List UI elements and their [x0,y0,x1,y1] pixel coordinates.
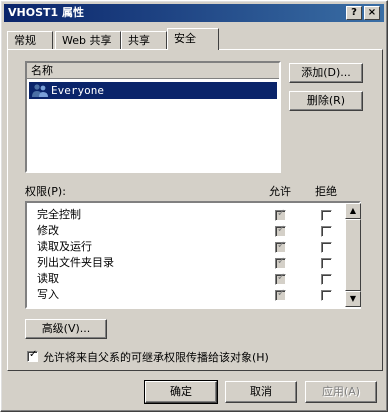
allow-checkbox: ✓ [275,224,286,237]
tab-general[interactable]: 常规 [7,31,53,49]
permissions-scrollbar[interactable]: ▲ ▼ [345,203,361,307]
deny-checkbox[interactable] [321,226,332,237]
permissions-list: 完全控制 ✓ 修改 ✓ 读取及运行 ✓ 列出文件夹目录 ✓ 读取 ✓ 写入 ✓ … [25,201,361,309]
deny-checkbox[interactable] [321,258,332,269]
tab-sharing[interactable]: 共享 [121,31,167,49]
ok-button[interactable]: 确定 [144,380,218,404]
allow-checkbox: ✓ [275,272,286,285]
scroll-down-icon[interactable]: ▼ [345,291,361,307]
help-button[interactable]: ? [346,6,362,20]
tab-security[interactable]: 安全 [167,28,219,50]
check-icon: ✓ [277,208,286,219]
deny-checkbox[interactable] [321,274,332,285]
permissions-label: 权限(P): [25,185,66,198]
permission-row: 读取及运行 [37,240,92,253]
window-title: VHOST1 属性 [8,6,84,19]
deny-checkbox[interactable] [321,290,332,301]
check-icon: ✓ [277,240,286,251]
permission-row: 修改 [37,224,59,237]
add-button[interactable]: 添加(D)... [289,63,363,83]
scroll-thumb[interactable] [345,219,361,291]
check-icon: ✓ [277,272,286,283]
allow-checkbox: ✓ [275,208,286,221]
group-users-icon [32,84,48,97]
inherit-label[interactable]: 允许将来自父系的可继承权限传播给该对象(H) [43,349,269,365]
deny-checkbox[interactable] [321,242,332,253]
permission-row: 列出文件夹目录 [37,256,114,269]
remove-button[interactable]: 删除(R) [289,91,363,111]
permission-row: 写入 [37,288,59,301]
allow-column-header: 允许 [269,185,291,198]
tab-web-sharing[interactable]: Web 共享 [55,31,121,49]
cancel-button[interactable]: 取消 [225,381,297,403]
check-icon: ✓ [277,224,286,235]
inherit-checkbox[interactable]: ✓ [27,349,38,362]
user-list[interactable]: 名称 Everyone [25,61,281,173]
allow-checkbox: ✓ [275,288,286,301]
scroll-up-icon[interactable]: ▲ [345,203,361,219]
user-row-everyone[interactable]: Everyone [29,82,277,99]
user-list-header[interactable]: 名称 [27,63,279,79]
permission-row: 读取 [37,272,59,285]
check-icon: ✓ [277,256,286,267]
check-icon: ✓ [277,288,286,299]
permission-row: 完全控制 [37,208,81,221]
properties-dialog: VHOST1 属性 ? × 常规 Web 共享 共享 安全 名称 Everyon… [0,0,388,412]
apply-button[interactable]: 应用(A) [305,381,377,403]
advanced-button[interactable]: 高级(V)... [25,319,107,339]
deny-checkbox[interactable] [321,210,332,221]
allow-checkbox: ✓ [275,256,286,269]
user-name: Everyone [51,84,104,97]
deny-column-header: 拒绝 [315,185,337,198]
title-bar: VHOST1 属性 ? × [4,4,384,22]
close-button[interactable]: × [364,6,380,20]
check-icon: ✓ [29,349,38,360]
allow-checkbox: ✓ [275,240,286,253]
